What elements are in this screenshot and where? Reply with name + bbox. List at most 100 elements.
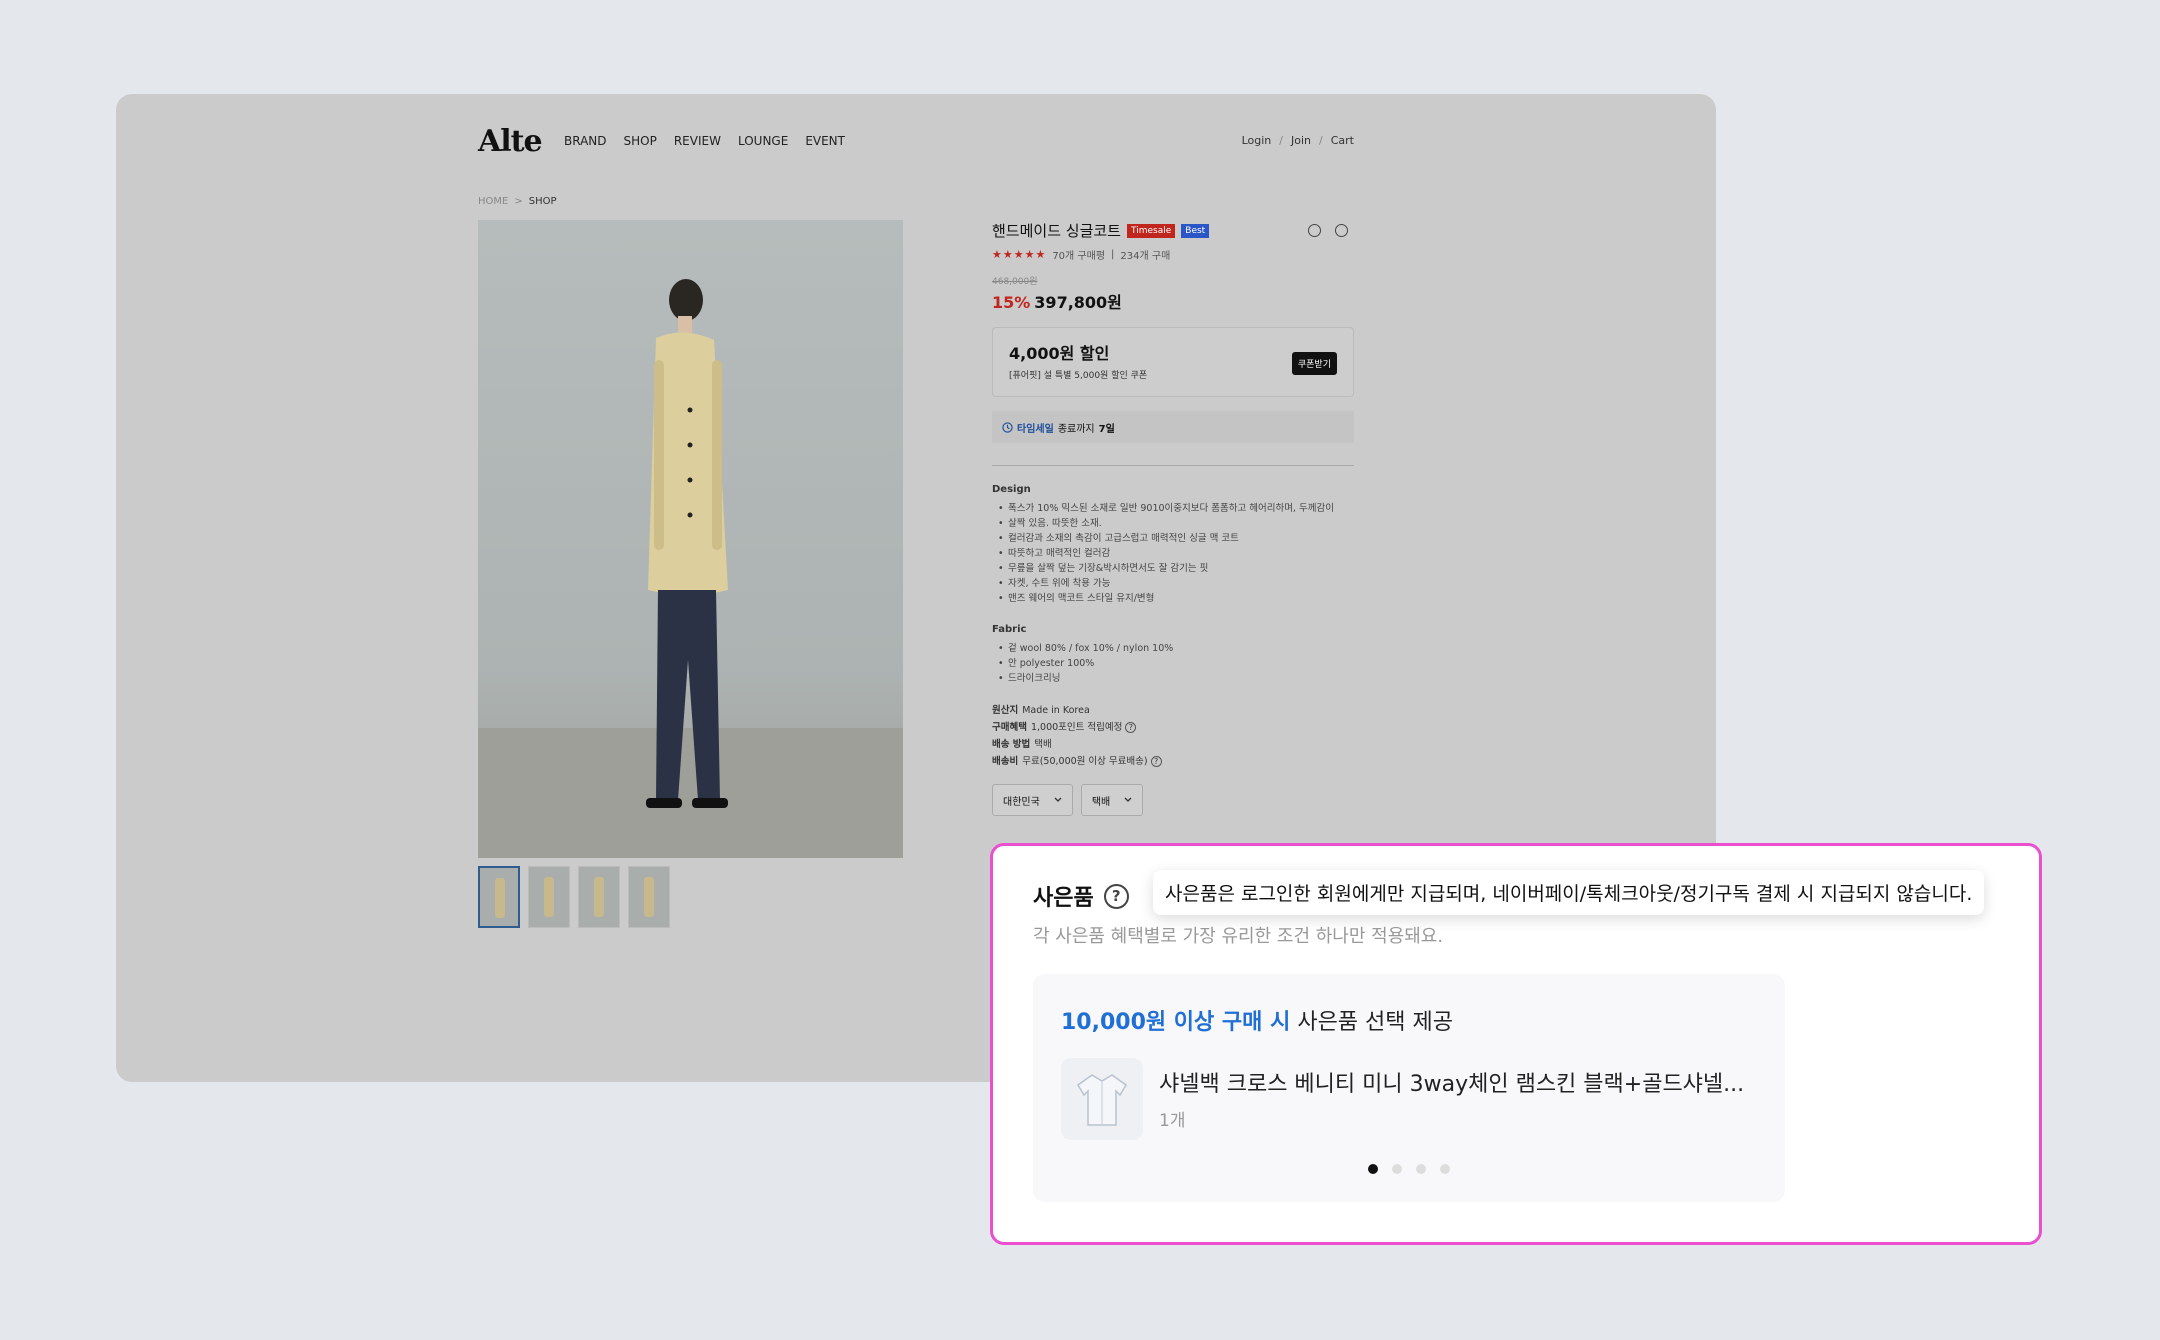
title-actions — [1308, 224, 1348, 237]
wishlist-icon[interactable] — [1308, 224, 1321, 237]
help-icon[interactable]: ? — [1150, 756, 1162, 767]
get-coupon-button[interactable]: 쿠폰받기 — [1291, 352, 1337, 375]
breadcrumb-home[interactable]: HOME — [478, 196, 508, 207]
sale-price-row: 15% 397,800원 — [992, 289, 1354, 313]
nav-event[interactable]: EVENT — [805, 134, 845, 148]
best-badge: Best — [1181, 223, 1210, 238]
help-icon[interactable]: ? — [1125, 722, 1137, 733]
carousel-dot[interactable] — [1440, 1164, 1450, 1174]
list-item: 컬러감과 소재의 촉감이 고급스럽고 매력적인 싱글 맥 코트 — [992, 531, 1354, 546]
chevron-right-icon: > — [514, 196, 523, 207]
product-title-row: 핸드메이드 싱글코트 Timesale Best — [992, 220, 1354, 241]
list-item: 살짝 있음. 따뜻한 소재. — [992, 516, 1354, 531]
origin-row: 원산지 Made in Korea — [992, 702, 1354, 719]
discount-rate: 15% — [992, 293, 1031, 312]
gift-tooltip: 사은품은 로그인한 회원에게만 지급되며, 네이버페이/톡체크아웃/정기구독 결… — [1153, 870, 1985, 915]
product-info: 핸드메이드 싱글코트 Timesale Best ★★★★★ 70개 구매평 |… — [992, 220, 1354, 816]
origin-value: Made in Korea — [1022, 705, 1090, 716]
product-title: 핸드메이드 싱글코트 — [992, 222, 1121, 240]
coupon-title: 4,000원 할인 — [1009, 344, 1110, 363]
question-mark-icon[interactable]: ? — [1103, 883, 1129, 909]
list-item: 겉 wool 80% / fox 10% / nylon 10% — [992, 641, 1354, 656]
coupon-box: 4,000원 할인 [퓨어핏] 설 특별 5,000원 할인 쿠폰 쿠폰받기 — [992, 327, 1354, 397]
carousel-dot[interactable] — [1392, 1164, 1402, 1174]
chevron-down-icon — [1054, 797, 1062, 802]
fabric-heading: Fabric — [992, 624, 1027, 635]
original-price: 468,000원 — [992, 277, 1038, 287]
list-item: 드라이크리닝 — [992, 671, 1354, 686]
gift-title: 사은품 — [1033, 886, 1094, 911]
divider — [992, 465, 1354, 466]
product-meta: 원산지 Made in Korea 구매혜택 1,000포인트 적립예정? 배송 방… — [992, 702, 1354, 770]
nav-lounge[interactable]: LOUNGE — [738, 134, 788, 148]
thumbnail-1[interactable] — [478, 866, 520, 928]
carousel-dot[interactable] — [1416, 1164, 1426, 1174]
timesale-label: 타임세일 — [1017, 423, 1054, 435]
shipping-method-row: 배송 방법 택배 — [992, 736, 1354, 753]
cart-link[interactable]: Cart — [1331, 134, 1354, 147]
nav-brand[interactable]: BRAND — [564, 134, 607, 148]
thumbnail-2[interactable] — [528, 866, 570, 928]
shipping-method-label: 배송 방법 — [992, 739, 1031, 750]
list-item: 무릎을 살짝 덮는 기장&박시하면서도 잘 감기는 핏 — [992, 561, 1354, 576]
benefit-row: 구매혜택 1,000포인트 적립예정? — [992, 719, 1354, 736]
share-icon[interactable] — [1335, 224, 1348, 237]
carousel-dots — [1033, 1164, 1785, 1174]
list-item: 자켓, 수트 위에 착용 가능 — [992, 576, 1354, 591]
join-link[interactable]: Join — [1291, 134, 1311, 147]
shipping-select-value: 택배 — [1091, 796, 1111, 808]
gift-condition-highlight: 10,000원 이상 구매 시 — [1061, 1010, 1291, 1035]
breadcrumb: HOME > SHOP — [478, 196, 557, 207]
star-rating-icon: ★★★★★ — [992, 248, 1047, 261]
origin-label: 원산지 — [992, 705, 1019, 716]
gift-product-name: 샤넬백 크로스 베니티 미니 3way체인 램스킨 블랙+골드샤넬... — [1159, 1072, 1745, 1097]
country-select-value: 대한민국 — [1003, 796, 1040, 808]
shirt-icon — [1077, 1074, 1127, 1126]
gift-condition: 10,000원 이상 구매 시 사은품 선택 제공 — [1061, 1004, 1453, 1036]
list-item: 안 polyester 100% — [992, 656, 1354, 671]
product-main-image[interactable] — [478, 220, 903, 858]
thumbnail-3[interactable] — [578, 866, 620, 928]
thumbnail-4[interactable] — [628, 866, 670, 928]
nav-shop[interactable]: SHOP — [624, 134, 657, 148]
timesale-bar: 타임세일 종료까지 7일 — [992, 411, 1354, 443]
country-select[interactable]: 대한민국 — [992, 784, 1073, 816]
coupon-subtitle: [퓨어핏] 설 특별 5,000원 할인 쿠폰 — [1009, 371, 1148, 381]
shipping-method-value: 택배 — [1034, 739, 1052, 750]
link-separator: / — [1279, 134, 1283, 147]
fabric-list: 겉 wool 80% / fox 10% / nylon 10% 안 polye… — [992, 641, 1354, 686]
carousel-dot[interactable] — [1368, 1164, 1378, 1174]
logo[interactable]: Alte — [478, 124, 543, 159]
shipping-fee-row: 배송비 무료(50,000원 이상 무료배송)? — [992, 753, 1354, 770]
login-link[interactable]: Login — [1242, 134, 1272, 147]
gift-condition-text: 사은품 선택 제공 — [1297, 1010, 1453, 1035]
sale-price: 397,800원 — [1034, 293, 1122, 312]
gift-product-image — [1061, 1058, 1143, 1140]
chevron-down-icon — [1124, 797, 1132, 802]
model-figure-image — [646, 279, 728, 808]
benefit-value: 1,000포인트 적립예정 — [1030, 722, 1123, 733]
nav-review[interactable]: REVIEW — [674, 134, 721, 148]
gift-panel: 사은품 ? 사은품은 로그인한 회원에게만 지급되며, 네이버페이/톡체크아웃/… — [990, 843, 2042, 1245]
timesale-text: 종료까지 — [1057, 423, 1095, 435]
design-list: 폭스가 10% 믹스된 소재로 일반 9010이중지보다 폼폼하고 헤어리하며,… — [992, 501, 1354, 606]
purchase-count: 234개 구매 — [1120, 251, 1171, 262]
gift-subtitle: 각 사은품 혜택별로 가장 유리한 조건 하나만 적용돼요. — [1033, 926, 1444, 947]
shipping-fee-value: 무료(50,000원 이상 무료배송) — [1022, 756, 1148, 767]
shipping-selects: 대한민국 택배 — [992, 784, 1354, 816]
thumbnail-strip — [478, 866, 670, 928]
shipping-select[interactable]: 택배 — [1080, 784, 1144, 816]
gift-card[interactable]: 10,000원 이상 구매 시 사은품 선택 제공 샤넬백 크로스 베니티 미니… — [1033, 974, 1785, 1202]
list-item: 폭스가 10% 믹스된 소재로 일반 9010이중지보다 폼폼하고 헤어리하며,… — [992, 501, 1354, 516]
breadcrumb-current: SHOP — [528, 196, 557, 207]
list-item: 맨즈 웨어의 맥코트 스타일 유지/변형 — [992, 591, 1354, 606]
gift-product-quantity: 1개 — [1159, 1111, 1186, 1131]
account-links: Login / Join / Cart — [1242, 134, 1354, 147]
rating-row: ★★★★★ 70개 구매평 | 234개 구매 — [992, 247, 1354, 262]
main-nav: BRAND SHOP REVIEW LOUNGE EVENT — [564, 134, 845, 148]
timesale-days: 7일 — [1098, 423, 1115, 435]
shipping-fee-label: 배송비 — [992, 756, 1019, 767]
gift-header: 사은품 ? — [1033, 880, 1129, 912]
review-count[interactable]: 70개 구매평 — [1052, 247, 1105, 262]
link-separator: / — [1319, 134, 1323, 147]
